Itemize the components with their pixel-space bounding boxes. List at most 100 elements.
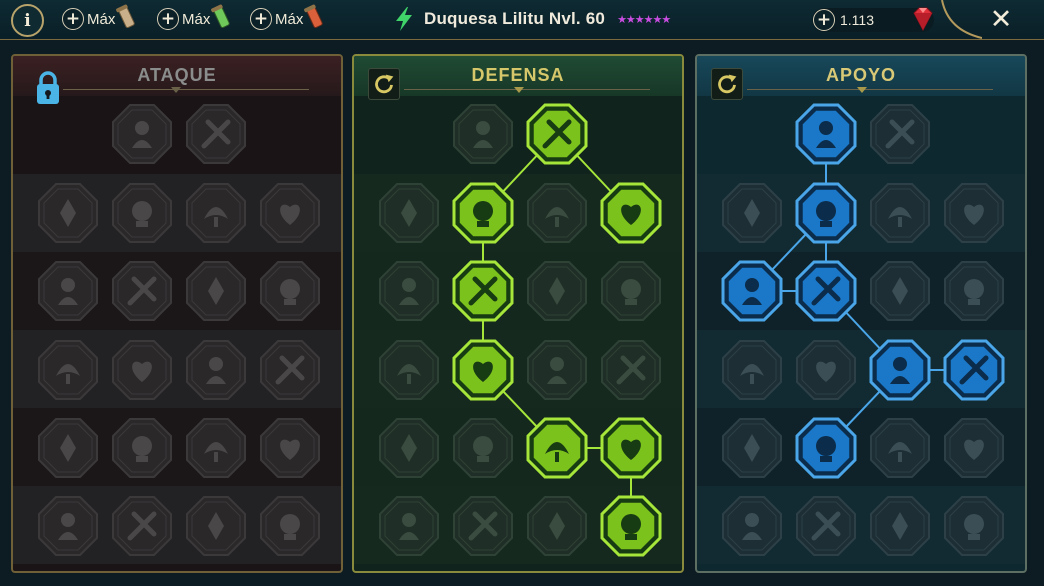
speed-boot-icon[interactable] [942, 181, 1006, 245]
warrior-pair-icon[interactable] [377, 338, 441, 402]
caped-figure-icon[interactable] [377, 259, 441, 323]
resource-slot-1[interactable]: + Máx [62, 4, 138, 30]
plus-icon[interactable]: + [813, 9, 835, 31]
reset-button[interactable] [368, 68, 400, 100]
axe-icon[interactable] [184, 338, 248, 402]
plus-icon[interactable]: + [250, 8, 272, 30]
close-button[interactable]: ✕ [988, 3, 1014, 35]
chain-bolt-icon[interactable] [258, 338, 322, 402]
support-panel: APOYO [695, 54, 1027, 573]
champion-name: Duquesa Lilitu Nvl. 60 [424, 9, 606, 28]
panel-title: ATAQUE [137, 65, 217, 85]
figure-heart-icon[interactable] [36, 181, 100, 245]
rays-fan-icon[interactable] [110, 181, 174, 245]
resource-slot-3[interactable]: + Máx [250, 4, 326, 30]
crowned-skull-icon[interactable] [258, 494, 322, 558]
resource-label: Máx [87, 10, 116, 28]
corner-ornament [941, 0, 982, 39]
champion-info: Duquesa Lilitu Nvl. 60 ★★★★★★ [392, 6, 671, 32]
skull-flame-icon[interactable] [868, 181, 932, 245]
heart-plus-icon[interactable] [794, 102, 858, 166]
winged-boot-icon[interactable] [794, 416, 858, 480]
cracked-shield-icon[interactable] [451, 102, 515, 166]
totem-icon[interactable] [258, 416, 322, 480]
gem-shield-icon[interactable] [525, 259, 589, 323]
scroll-red-icon [304, 4, 324, 29]
sword-hand-icon[interactable] [110, 338, 174, 402]
bomb-skull-icon[interactable] [720, 494, 784, 558]
flame-drops-icon[interactable] [451, 416, 515, 480]
skull-swoosh-icon[interactable] [184, 259, 248, 323]
sun-skull-icon[interactable] [525, 416, 589, 480]
info-button[interactable]: i [11, 4, 44, 37]
gem-count: 1.113 [840, 12, 874, 28]
title-caret-icon [857, 87, 867, 93]
fire-sword-icon[interactable] [36, 494, 100, 558]
anatomical-heart-icon[interactable] [451, 181, 515, 245]
fire-orb-icon[interactable] [794, 338, 858, 402]
compass-star-icon[interactable] [720, 416, 784, 480]
crossed-blades-icon[interactable] [599, 181, 663, 245]
demon-figure-icon[interactable] [525, 181, 589, 245]
knight-helm-icon[interactable] [110, 494, 174, 558]
scroll-green-icon [211, 4, 231, 29]
pierced-heart-icon[interactable] [258, 181, 322, 245]
lightning-shield-icon[interactable] [794, 259, 858, 323]
fanged-mouth-icon[interactable] [110, 259, 174, 323]
bleeding-swirl-icon[interactable] [868, 102, 932, 166]
claw-slash-icon[interactable] [258, 259, 322, 323]
reset-button[interactable] [711, 68, 743, 100]
resource-label: Máx [275, 10, 304, 28]
title-caret-icon [171, 87, 181, 93]
praying-hands-icon[interactable] [720, 181, 784, 245]
thrower-figure-icon[interactable] [36, 259, 100, 323]
fist-punch-icon[interactable] [868, 494, 932, 558]
gem-counter[interactable]: + 1.113 [812, 7, 934, 32]
warrior-silhouette-icon[interactable] [942, 259, 1006, 323]
dragon-head-icon[interactable] [184, 181, 248, 245]
chained-heart-icon[interactable] [720, 338, 784, 402]
panel-title: DEFENSA [471, 65, 565, 85]
heart-dagger-icon[interactable] [36, 338, 100, 402]
strongman-icon[interactable] [599, 494, 663, 558]
winged-demon-icon[interactable] [184, 494, 248, 558]
knight-shield-icon[interactable] [451, 259, 515, 323]
running-figure-icon[interactable] [377, 416, 441, 480]
hooded-face-icon[interactable] [599, 259, 663, 323]
plus-icon[interactable]: + [157, 8, 179, 30]
coiled-snake-icon[interactable] [868, 259, 932, 323]
horned-mask-icon[interactable] [36, 416, 100, 480]
eagle-head-icon[interactable] [942, 494, 1006, 558]
triple-claw-icon[interactable] [184, 102, 248, 166]
resource-slot-2[interactable]: + Máx [157, 4, 233, 30]
open-hand-icon[interactable] [525, 338, 589, 402]
chevron-armor-icon[interactable] [377, 181, 441, 245]
all-seeing-eye-icon[interactable] [868, 416, 932, 480]
skull-pile-icon[interactable] [794, 494, 858, 558]
target-rune-icon[interactable] [184, 416, 248, 480]
horned-beast-icon[interactable] [599, 338, 663, 402]
blessed-figure-icon[interactable] [720, 259, 784, 323]
lightning-icon [396, 7, 412, 31]
lock-icon[interactable] [35, 70, 61, 106]
title-divider [63, 89, 309, 90]
raised-fist-icon[interactable] [525, 102, 589, 166]
hourglass-skull-icon[interactable] [451, 338, 515, 402]
scroll-bronze-icon [116, 4, 136, 29]
twin-claws-icon[interactable] [451, 494, 515, 558]
plus-icon[interactable]: + [62, 8, 84, 30]
title-divider [747, 89, 993, 90]
attack-panel: ATAQUE [11, 54, 343, 573]
skull-icon[interactable] [110, 416, 174, 480]
plague-figure-icon[interactable] [525, 494, 589, 558]
hand-swirl-icon[interactable] [599, 416, 663, 480]
title-caret-icon [514, 87, 524, 93]
ghoul-face-icon[interactable] [377, 494, 441, 558]
open-book-icon[interactable] [868, 338, 932, 402]
dancing-figure-icon[interactable] [942, 416, 1006, 480]
angry-eyes-icon[interactable] [942, 338, 1006, 402]
layered-shield-icon[interactable] [794, 181, 858, 245]
sword-cross-icon[interactable] [110, 102, 174, 166]
star-rating: ★★★★★★ [617, 13, 671, 26]
title-divider [404, 89, 650, 90]
